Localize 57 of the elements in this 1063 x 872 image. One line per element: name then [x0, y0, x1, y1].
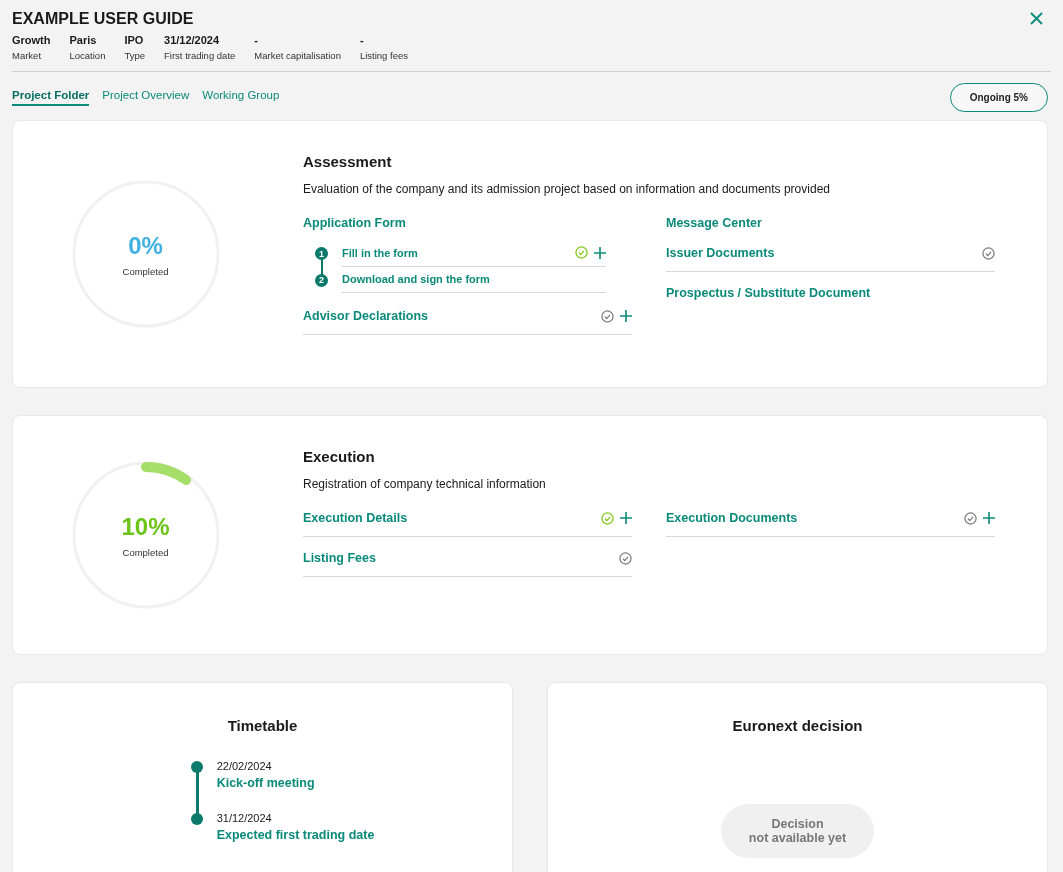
check-circle-icon	[982, 246, 995, 260]
tab[interactable]: Working Group	[202, 89, 280, 106]
meta-label: Type	[124, 50, 146, 61]
status-badge[interactable]: Ongoing 5%	[949, 83, 1048, 112]
percent-value: 0%	[128, 231, 163, 260]
check-circle-icon	[619, 551, 632, 565]
timeline-dot	[190, 761, 203, 773]
card-title: Timetable	[227, 717, 298, 734]
close-button[interactable]	[1030, 12, 1043, 25]
meta-label: Market	[12, 50, 43, 61]
meta-value: Growth	[12, 34, 51, 46]
event-date: 31/12/2024	[216, 812, 273, 824]
meta-label: First trading date	[164, 50, 236, 61]
add-button[interactable]	[983, 512, 995, 524]
meta-label: Listing fees	[359, 50, 408, 61]
step-number: 2	[315, 273, 328, 287]
meta-value: Paris	[69, 34, 98, 46]
section-link[interactable]: Listing Fees	[303, 551, 376, 565]
meta-value: -	[254, 34, 259, 46]
tab[interactable]: Project Folder	[12, 89, 90, 106]
event-date: 22/02/2024	[216, 760, 273, 772]
step-link[interactable]: Download and sign the form	[342, 273, 490, 285]
tab[interactable]: Project Overview	[102, 89, 190, 106]
section-link[interactable]: Execution Documents	[666, 511, 798, 525]
card-title: Euronext decision	[732, 717, 863, 734]
add-button[interactable]	[620, 310, 632, 322]
section-link[interactable]: Advisor Declarations	[303, 309, 429, 323]
add-button[interactable]	[594, 246, 606, 259]
phase-title: Assessment	[303, 153, 393, 170]
meta-value: IPO	[124, 34, 145, 46]
step-link[interactable]: Fill in the form	[342, 246, 418, 259]
event-label: Expected first trading date	[216, 828, 375, 842]
check-circle-icon	[601, 511, 614, 525]
check-circle-icon	[964, 511, 977, 525]
page-title: EXAMPLE USER GUIDE	[12, 10, 194, 28]
timeline-dot	[190, 813, 203, 825]
meta-value: -	[359, 34, 365, 46]
percent-caption: Completed	[122, 265, 169, 277]
section-link[interactable]: Prospectus / Substitute Document	[666, 286, 995, 316]
phase-description: Evaluation of the company and its admission project based on information and documents provided	[303, 182, 831, 196]
section-link[interactable]: Application Form	[303, 216, 632, 246]
check-circle-icon	[601, 309, 614, 323]
section-link[interactable]: Issuer Documents	[666, 246, 775, 260]
percent-value: 10%	[121, 512, 170, 541]
section-link[interactable]: Message Center	[666, 216, 995, 246]
check-circle-icon	[575, 246, 588, 259]
step-number: 1	[315, 247, 328, 260]
event-label: Kick-off meeting	[216, 776, 315, 790]
meta-label: Market capitalisation	[254, 50, 341, 61]
phase-description: Registration of company technical information	[303, 477, 547, 491]
phase-title: Execution	[303, 448, 376, 465]
meta-value: 31/12/2024	[164, 34, 221, 46]
percent-caption: Completed	[122, 546, 169, 558]
meta-label: Location	[69, 50, 106, 61]
decision-status: Decision not available yet	[720, 804, 875, 858]
add-button[interactable]	[620, 512, 632, 524]
section-link[interactable]: Execution Details	[303, 511, 408, 525]
